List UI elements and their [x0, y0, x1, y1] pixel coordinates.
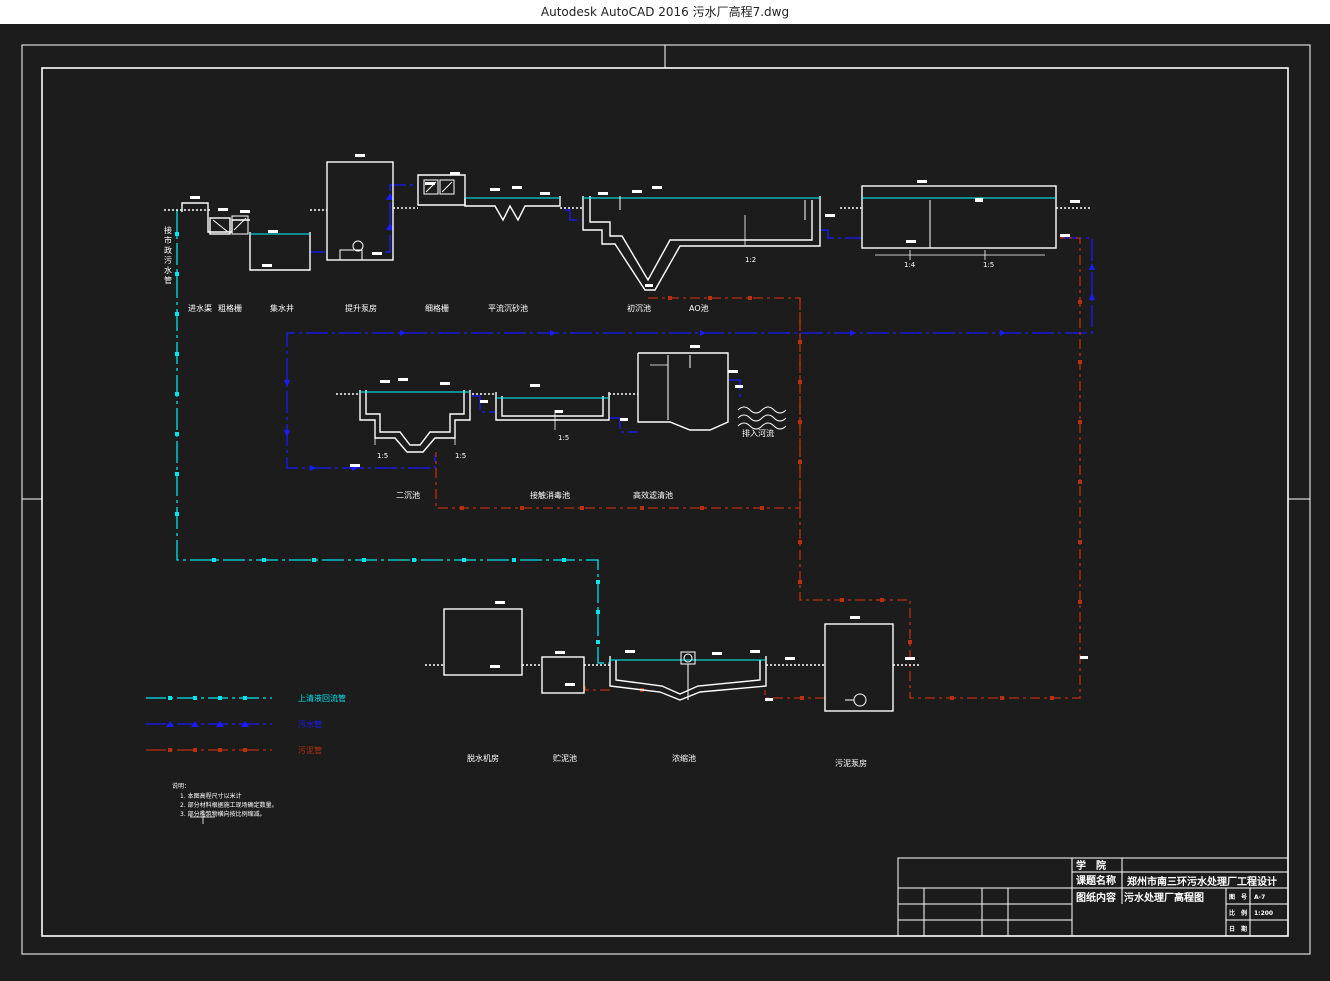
label-dewater: 脱水机房	[467, 753, 499, 763]
legend: 上清液回流管 污水管 污泥管	[146, 693, 346, 755]
structures-bottom-row	[425, 608, 920, 712]
window-title: Autodesk AutoCAD 2016 污水厂高程7.dwg	[0, 0, 1330, 24]
elevation-drawing: 接市政污水管 进水渠 粗格栅 集水井 提升泵房 细格栅 平流沉砂池 初沉池 AO…	[21, 44, 1311, 955]
slope-secondary-1: 1:5	[377, 452, 388, 460]
tb-date-label: 日 期	[1229, 925, 1247, 933]
label-sludge-pump: 污泥泵房	[835, 758, 867, 768]
notes-title: 说明：	[172, 782, 190, 790]
tb-sheet-value: A-7	[1254, 894, 1265, 901]
slope-ao-1: 1:4	[904, 261, 916, 269]
label-filter: 高效滤清池	[633, 490, 673, 500]
label-thickener: 浓缩池	[672, 753, 696, 763]
note-1: 1. 本图高程尺寸以米计	[180, 792, 242, 800]
label-inlet-vertical: 接市政污水管	[164, 225, 173, 286]
structures-top-row	[164, 161, 1090, 291]
tb-school-label: 学 院	[1076, 859, 1106, 872]
slope-secondary-2: 1:5	[455, 452, 466, 460]
sewage-pipe	[286, 184, 1093, 469]
label-contact-tank: 接触消毒池	[530, 490, 570, 500]
legend-supernatant: 上清液回流管	[298, 693, 346, 703]
notes: 说明： 1. 本图高程尺寸以米计 2. 部分材料根据施工现场确定数量。 3. 部…	[172, 782, 278, 824]
label-secondary-tank: 二沉池	[396, 490, 420, 500]
tb-scale-value: 1:200	[1254, 910, 1273, 917]
label-grit-chamber: 平流沉砂池	[488, 303, 528, 313]
tb-content-label: 图纸内容	[1076, 891, 1116, 904]
slope-contact: 1:5	[558, 434, 569, 442]
tb-content-value: 污水处理厂高程图	[1124, 891, 1204, 904]
slope-ao-2: 1:5	[983, 261, 994, 269]
elevation-tags	[190, 154, 1088, 701]
label-outfall: 排入河流	[742, 428, 774, 438]
drawing-canvas[interactable]: 接市政污水管 进水渠 粗格栅 集水井 提升泵房 细格栅 平流沉砂池 初沉池 AO…	[0, 24, 1330, 977]
supernatant-pipe	[176, 210, 610, 664]
label-primary-tank: 初沉池	[627, 303, 651, 313]
label-ao-tank: AO池	[689, 303, 709, 313]
label-sludge-storage: 贮泥池	[553, 753, 577, 763]
process-labels: 接市政污水管 进水渠 粗格栅 集水井 提升泵房 细格栅 平流沉砂池 初沉池 AO…	[164, 225, 995, 768]
tb-course-label: 课题名称	[1076, 874, 1116, 887]
note-2: 2. 部分材料根据施工现场确定数量。	[180, 801, 278, 809]
title-block-text: 学 院 课题名称 郑州市南三环污水处理厂工程设计 图纸内容 污水处理厂高程图 图…	[1076, 859, 1277, 933]
slope-primary: 1:2	[745, 256, 756, 264]
legend-sludge: 污泥管	[298, 745, 322, 755]
tb-sheet-label: 图 号	[1229, 893, 1247, 901]
legend-sewage: 污水管	[298, 719, 322, 729]
label-collect-well: 集水井	[270, 303, 294, 313]
sludge-pipe	[435, 237, 1081, 699]
label-coarse-screen: 粗格栅	[218, 303, 242, 313]
label-lift-pump: 提升泵房	[345, 303, 377, 313]
tb-course-value: 郑州市南三环污水处理厂工程设计	[1127, 875, 1277, 888]
label-fine-screen: 细格栅	[425, 303, 449, 313]
label-inlet: 进水渠	[188, 303, 212, 313]
tb-scale-label: 比 例	[1229, 909, 1247, 917]
